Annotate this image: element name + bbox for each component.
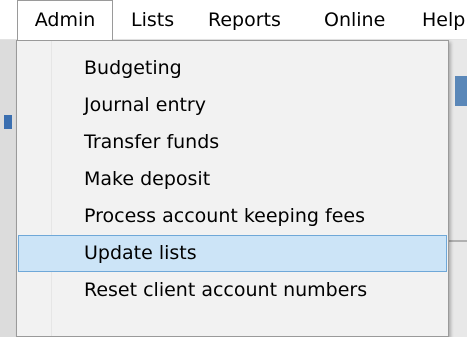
- menu-help[interactable]: Help: [422, 0, 467, 40]
- menu-item-label: Transfer funds: [84, 131, 220, 153]
- admin-dropdown-menu: Budgeting Journal entry Transfer funds M…: [16, 40, 449, 337]
- menu-item-budgeting[interactable]: Budgeting: [18, 50, 447, 87]
- menu-item-label: Reset client account numbers: [84, 279, 368, 301]
- menu-item-label: Make deposit: [84, 168, 211, 190]
- menu-online[interactable]: Online: [324, 0, 385, 40]
- menu-item-process-account-keeping-fees[interactable]: Process account keeping fees: [18, 198, 447, 235]
- menu-item-label: Update lists: [84, 242, 197, 264]
- menu-lists[interactable]: Lists: [131, 0, 174, 40]
- menu-item-transfer-funds[interactable]: Transfer funds: [18, 124, 447, 161]
- background-divider-right: [449, 240, 467, 242]
- background-tab-left: [4, 115, 12, 129]
- menu-item-journal-entry[interactable]: Journal entry: [18, 87, 447, 124]
- menu-item-label: Journal entry: [84, 94, 206, 116]
- menu-item-update-lists[interactable]: Update lists: [18, 235, 447, 272]
- background-tab-right: [455, 76, 467, 106]
- background-panel-left: [0, 40, 16, 337]
- menu-item-label: Process account keeping fees: [84, 205, 366, 227]
- menu-item-make-deposit[interactable]: Make deposit: [18, 161, 447, 198]
- menu-bar: Admin Lists Reports Online Help: [0, 0, 467, 40]
- menu-item-reset-client-account-numbers[interactable]: Reset client account numbers: [18, 272, 447, 309]
- menu-admin[interactable]: Admin: [17, 0, 113, 40]
- menu-item-label: Budgeting: [84, 57, 182, 79]
- menu-reports[interactable]: Reports: [208, 0, 281, 40]
